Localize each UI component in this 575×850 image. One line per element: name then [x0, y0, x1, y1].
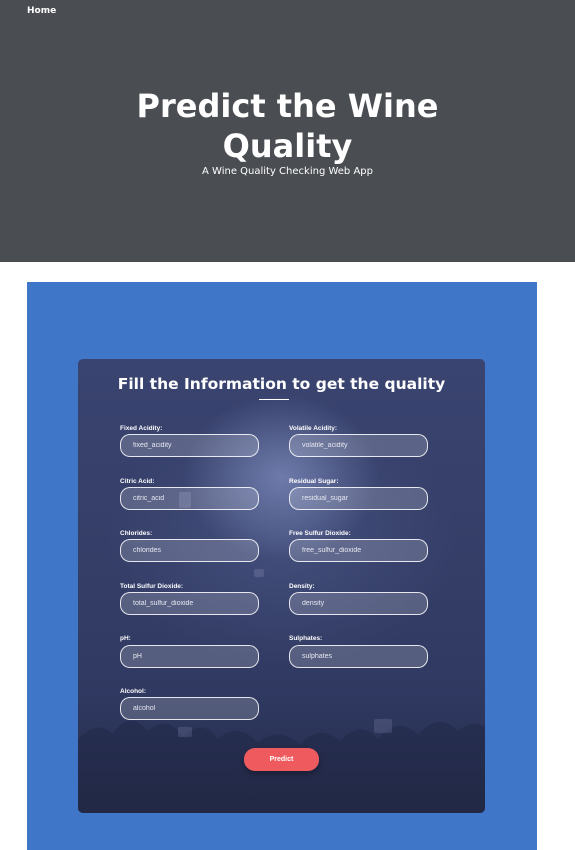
volatile-acidity-input[interactable] — [289, 434, 428, 457]
hero-header: Home Predict the Wine Quality A Wine Qua… — [0, 0, 575, 262]
alcohol-input[interactable] — [120, 697, 259, 720]
density-input[interactable] — [289, 592, 428, 615]
sulphates-input[interactable] — [289, 645, 428, 668]
form-section: Fill the Information to get the quality … — [27, 282, 537, 850]
form-title: Fill the Information to get the quality — [117, 375, 446, 393]
ph-label: pH: — [120, 635, 131, 642]
residual-sugar-label: Residual Sugar: — [289, 478, 339, 485]
volatile-acidity-label: Volatile Acidity: — [289, 425, 338, 432]
residual-sugar-input[interactable] — [289, 487, 428, 510]
prediction-form-card: Fill the Information to get the quality … — [78, 359, 485, 813]
free-sulfur-dioxide-input[interactable] — [289, 539, 428, 562]
page-title-line-1: Predict the Wine — [136, 87, 439, 125]
free-sulfur-dioxide-label: Free Sulfur Dioxide: — [289, 530, 351, 537]
sulphates-label: Sulphates: — [289, 635, 323, 642]
predict-button[interactable]: Predict — [244, 748, 319, 771]
page-subtitle: A Wine Quality Checking Web App — [202, 166, 373, 177]
citric-acid-input[interactable] — [120, 487, 259, 510]
total-sulfur-dioxide-label: Total Sulfur Dioxide: — [120, 583, 184, 590]
chlorides-label: Chlorides: — [120, 530, 153, 537]
fixed-acidity-label: Fixed Acidity: — [120, 425, 163, 432]
title-underline — [259, 399, 289, 400]
total-sulfur-dioxide-input[interactable] — [120, 592, 259, 615]
fixed-acidity-input[interactable] — [120, 434, 259, 457]
ph-input[interactable] — [120, 645, 259, 668]
density-label: Density: — [289, 583, 315, 590]
citric-acid-label: Citric Acid: — [120, 478, 155, 485]
page-title-line-2: Quality — [222, 127, 353, 165]
alcohol-label: Alcohol: — [120, 688, 146, 695]
nav-home-link[interactable]: Home — [27, 6, 56, 16]
chlorides-input[interactable] — [120, 539, 259, 562]
page-title: Predict the Wine Quality — [0, 86, 575, 166]
